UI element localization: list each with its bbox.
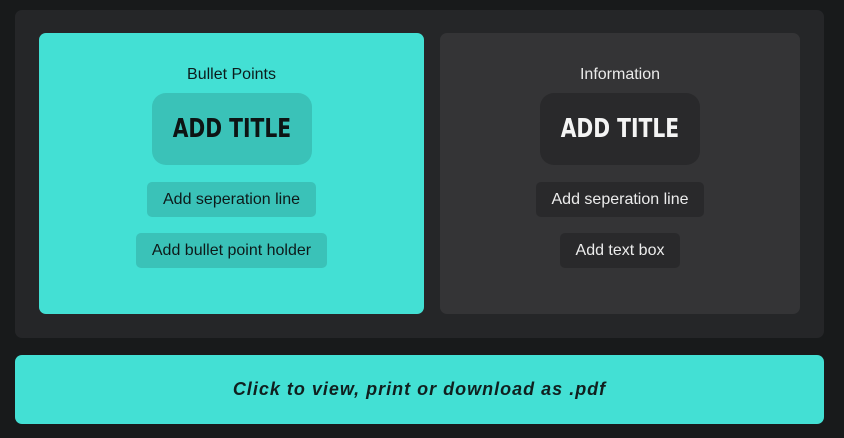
info-add-title-button[interactable]: ADD TITLE — [540, 93, 700, 165]
bullet-points-card: Bullet Points ADD TITLE Add seperation l… — [39, 33, 424, 314]
view-pdf-button[interactable]: Click to view, print or download as .pdf — [15, 355, 824, 424]
add-text-box-button[interactable]: Add text box — [559, 233, 681, 268]
bullet-add-separation-line-button[interactable]: Add seperation line — [147, 182, 316, 217]
info-add-separation-line-button[interactable]: Add seperation line — [535, 182, 705, 217]
view-pdf-label: Click to view, print or download as .pdf — [232, 379, 607, 399]
template-panel: Bullet Points ADD TITLE Add seperation l… — [15, 10, 824, 338]
information-heading: Information — [579, 66, 661, 83]
bullet-add-title-label: ADD TITLE — [172, 114, 291, 144]
bullet-add-title-button[interactable]: ADD TITLE — [151, 93, 312, 165]
information-card: Information ADD TITLE Add seperation lin… — [440, 33, 800, 314]
info-add-title-label: ADD TITLE — [560, 114, 680, 144]
add-bullet-point-holder-button[interactable]: Add bullet point holder — [135, 233, 328, 268]
bullet-points-heading: Bullet Points — [187, 66, 276, 83]
